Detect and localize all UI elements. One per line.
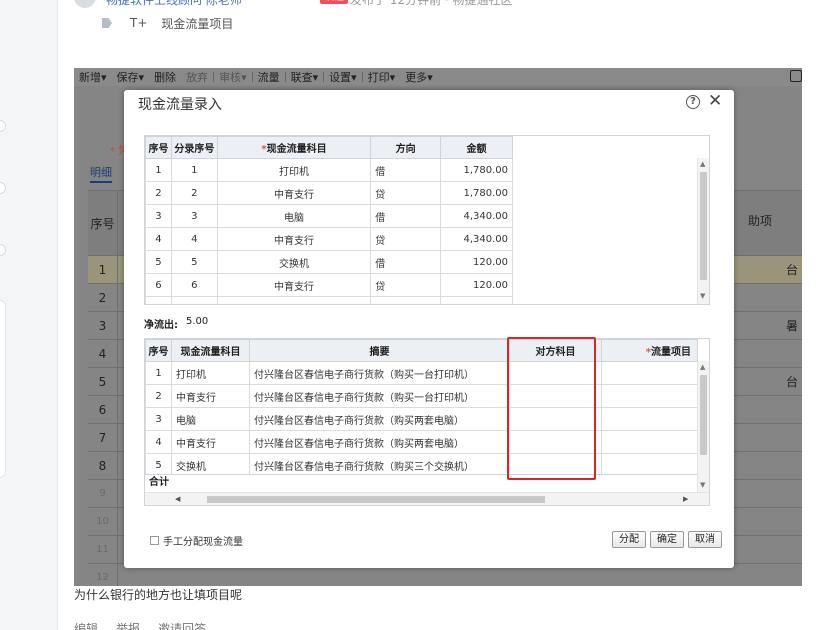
toolbar-audit[interactable]: 审核▾ [214,69,252,85]
cashflow-table-header: 序号 现金流量科目 摘要 对方科目 *流量项目 [145,339,698,362]
gutter-dot-icon [0,182,6,194]
print-icon[interactable] [790,70,802,82]
table-row[interactable] [145,296,513,304]
column-header: *流量项目 [601,339,698,362]
post-meta: 发布于 12分钟前 · 畅捷通社区 [350,0,513,7]
column-header-aux: 助项 [748,214,773,228]
flow-item-cell[interactable] [601,384,698,408]
table-row[interactable]: 5 5 交换机借 120.00 [145,250,513,274]
toolbar-cashflow[interactable]: 流量 [253,69,285,85]
post-header: 畅捷软件上线顾问 陈老师 认证 发布于 12分钟前 · 畅捷通社区 [74,0,774,8]
vertical-scrollbar[interactable]: ▲ ▼ [697,361,709,492]
cashflow-dialog: 现金流量录入 ? ✕ 序号 分录序号 *现金流量科目 方向 金额 1 1 打印机借 1… [124,90,734,568]
toolbar-print[interactable]: 打印▾ [363,69,401,85]
highlight-box [507,337,596,480]
column-header: 序号 [145,339,172,362]
column-header: 摘要 [249,339,510,362]
scroll-up-icon[interactable]: ▲ [700,363,705,371]
toolbar-save[interactable]: 保存▾ [112,69,150,85]
table-row[interactable]: 2 2 中育支行贷 1,780.00 [145,181,513,205]
question-text: 为什么银行的地方也让填项目呢 [74,588,243,602]
toolbar-new[interactable]: 新增▾ [74,69,112,85]
cancel-button[interactable]: 取消 [688,531,722,548]
entry-table: 序号 分录序号 *现金流量科目 方向 金额 1 1 打印机借 1,780.00 22中… [145,136,513,304]
gutter-dot-icon [0,244,6,256]
cashflow-table: 序号 现金流量科目 摘要 对方科目 *流量项目 1 打印机 付兴隆台区春信电子商行货… [145,339,698,477]
dialog-title: 现金流量录入 [138,97,222,113]
table-row[interactable]: 3 3 电脑借 4,340.00 [145,204,513,228]
left-gutter [0,0,58,630]
table-row[interactable]: 2 中育支行 付兴隆台区春信电子商行货款（购买一台打印机） [145,384,698,408]
scroll-up-icon[interactable]: ▲ [700,160,705,168]
post-tags: T+ 现金流量项目 [102,14,233,32]
page: 畅捷软件上线顾问 陈老师 认证 发布于 12分钟前 · 畅捷通社区 T+ 现金流… [0,0,819,630]
gutter-rail [0,300,6,478]
close-icon[interactable]: ✕ [708,91,722,111]
toolbar-delete[interactable]: 删除 [149,69,181,85]
edit-link[interactable]: 编辑 [74,620,98,630]
scroll-right-icon[interactable]: ▶ [683,493,688,505]
table-row[interactable]: 3 电脑 付兴隆台区春信电子商行货款（购买两套电脑） [145,407,698,431]
author-badge: 认证 [320,0,348,4]
flow-item-cell[interactable] [601,430,698,454]
help-icon[interactable]: ? [686,95,700,109]
scrollbar-thumb[interactable] [207,496,545,503]
toolbar-more[interactable]: 更多▾ [400,69,438,85]
table-row[interactable]: 1 1 打印机借 1,780.00 [145,158,513,182]
scroll-down-icon[interactable]: ▼ [700,292,705,300]
toolbar-discard[interactable]: 放弃 [181,69,213,85]
tag-item[interactable]: 现金流量项目 [161,15,233,32]
column-header: *现金流量科目 [216,136,372,159]
scroll-left-icon[interactable]: ◀ [175,493,180,505]
flow-item-cell[interactable] [601,407,698,431]
entry-grid: 序号 分录序号 *现金流量科目 方向 金额 1 1 打印机借 1,780.00 22中… [144,135,710,305]
ok-button[interactable]: 确定 [650,531,684,548]
net-outflow-label: 净流出: [144,320,178,331]
invite-link[interactable]: 邀请回答 [158,620,206,630]
scrollbar-thumb[interactable] [700,375,707,455]
column-header: 序号 [145,136,172,159]
manual-alloc-label: 手工分配现金流量 [163,537,243,548]
app-toolbar: 新增▾ 保存▾ 删除 放弃 审核▾ 流量 联查▾ 设置▾ 打印▾ 更多▾ [74,68,802,86]
column-header: 方向 [370,136,442,159]
scroll-down-icon[interactable]: ▼ [700,481,705,489]
toolbar-settings[interactable]: 设置▾ [324,69,362,85]
table-row[interactable]: 1 打印机 付兴隆台区春信电子商行货款（购买一台打印机） [145,361,698,385]
flow-item-cell[interactable] [601,361,698,385]
embedded-screenshot: 新增▾ 保存▾ 删除 放弃 审核▾ 流量 联查▾ 设置▾ 打印▾ 更多▾ * 凭… [74,68,802,586]
column-header: 现金流量科目 [171,339,250,362]
entry-table-header: 序号 分录序号 *现金流量科目 方向 金额 [145,136,513,159]
horizontal-scrollbar[interactable]: ◀ ▶ [145,492,709,505]
net-outflow-value: 5.00 [186,316,209,327]
column-header: 金额 [440,136,513,159]
vertical-scrollbar[interactable]: ▲ ▼ [697,158,709,304]
allocate-button[interactable]: 分配 [612,531,646,548]
author-name[interactable]: 畅捷软件上线顾问 陈老师 [106,0,242,8]
scrollbar-thumb[interactable] [700,172,707,280]
table-row[interactable]: 6 6 中育支行贷 120.00 [145,273,513,297]
manual-alloc-checkbox[interactable] [150,536,159,545]
report-link[interactable]: 举报 [116,620,140,630]
avatar[interactable] [74,0,96,8]
tag-icon [102,18,116,28]
toolbar-query[interactable]: 联查▾ [286,69,324,85]
column-header-seq: 序号 [88,191,118,257]
tab-detail[interactable]: 明细 [90,164,112,183]
gutter-dot-icon [0,120,6,132]
total-row: 合计 [145,474,697,492]
column-header: 分录序号 [170,136,218,159]
table-row[interactable]: 4 4 中育支行贷 4,340.00 [145,227,513,251]
tag-item[interactable]: T+ [130,16,147,30]
post-actions: 编辑 举报 邀请回答 [74,620,206,630]
table-row[interactable]: 4 中育支行 付兴隆台区春信电子商行货款（购买两套电脑） [145,430,698,454]
cashflow-grid: 序号 现金流量科目 摘要 对方科目 *流量项目 1 打印机 付兴隆台区春信电子商行货… [144,338,710,506]
